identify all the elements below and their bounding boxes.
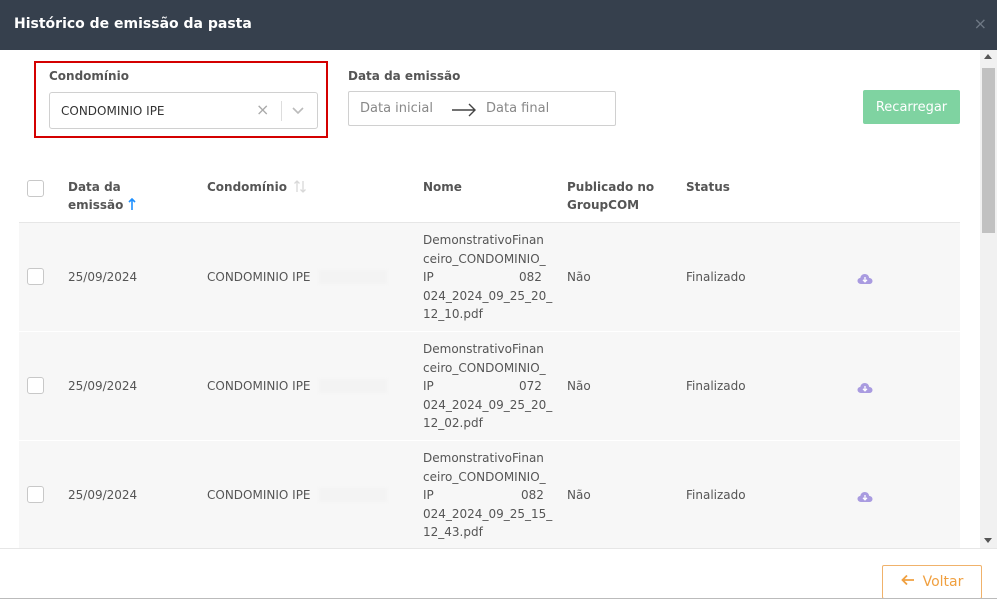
date-range-picker[interactable]: Data inicial Data final: [348, 91, 616, 126]
scroll-down-icon[interactable]: [984, 538, 992, 543]
reload-button[interactable]: Recarregar: [863, 90, 960, 124]
select-all-checkbox[interactable]: [27, 180, 44, 197]
header-date[interactable]: Data da emissão: [68, 178, 136, 216]
date-start-input[interactable]: Data inicial: [360, 101, 433, 116]
scroll-up-icon[interactable]: [984, 54, 992, 59]
row-date: 25/09/2024: [68, 379, 138, 393]
table-row: 25/09/2024 CONDOMINIO IPE DemonstrativoF…: [19, 223, 960, 332]
file-name-line: IP 082: [423, 486, 563, 505]
file-name-line: DemonstrativoFinan: [423, 233, 544, 247]
close-icon[interactable]: ×: [974, 14, 987, 33]
row-file-name: DemonstrativoFinan ceiro_CONDOMINIO_ IP …: [423, 340, 563, 433]
row-published: Não: [567, 270, 591, 284]
date-filter-label: Data da emissão: [348, 69, 461, 83]
header-name: Nome: [423, 180, 462, 194]
header-date-line1: Data da: [68, 180, 121, 194]
table-row: 25/09/2024 CONDOMINIO IPE DemonstrativoF…: [19, 332, 960, 441]
cloud-download-icon[interactable]: [857, 379, 873, 398]
file-name-suffix: 072: [519, 379, 542, 393]
file-name-line: IP 082: [423, 268, 563, 287]
modal-footer: Voltar: [0, 548, 997, 599]
header-date-line2: emissão: [68, 198, 124, 212]
table-header: Data da emissão Condomínio Nome Publicad…: [19, 167, 960, 223]
row-published: Não: [567, 379, 591, 393]
file-name-part: IP: [423, 379, 434, 393]
file-name-part: IP: [423, 488, 434, 502]
row-checkbox[interactable]: [27, 268, 44, 285]
redacted-area: [319, 488, 387, 502]
file-name-line: 024_2024_09_25_20_: [423, 288, 553, 303]
row-status: Finalizado: [686, 270, 746, 284]
header-published: Publicado no GroupCOM: [567, 178, 654, 214]
file-name-line: 024_2024_09_25_20_: [423, 397, 553, 412]
sort-icon[interactable]: [294, 180, 307, 198]
header-condo[interactable]: Condomínio: [207, 178, 307, 198]
row-condo: CONDOMINIO IPE: [207, 379, 311, 393]
redacted-area: [319, 379, 387, 393]
file-name-suffix: 082: [521, 488, 544, 502]
row-date: 25/09/2024: [68, 488, 138, 502]
condo-select[interactable]: CONDOMINIO IPE ×: [49, 92, 318, 129]
row-checkbox[interactable]: [27, 486, 44, 503]
file-name-line: ceiro_CONDOMINIO_: [423, 251, 546, 266]
back-button[interactable]: Voltar: [882, 565, 982, 599]
row-file-name: DemonstrativoFinan ceiro_CONDOMINIO_ IP …: [423, 231, 563, 324]
sort-asc-icon[interactable]: [128, 197, 136, 216]
file-name-line: 12_43.pdf: [423, 525, 483, 539]
scroll-thumb[interactable]: [982, 68, 995, 233]
file-name-line: 024_2024_09_25_15_: [423, 506, 553, 521]
row-condo: CONDOMINIO IPE: [207, 270, 311, 284]
file-name-line: ceiro_CONDOMINIO_: [423, 469, 546, 484]
arrow-left-icon: [900, 574, 915, 590]
select-separator: [281, 101, 282, 121]
cloud-download-icon[interactable]: [857, 270, 873, 289]
file-name-suffix: 082: [519, 270, 542, 284]
arrow-right-icon: [451, 102, 477, 121]
condo-select-value: CONDOMINIO IPE: [61, 104, 165, 118]
file-name-line: DemonstrativoFinan: [423, 342, 544, 356]
file-name-line: IP 072: [423, 377, 563, 396]
row-file-name: DemonstrativoFinan ceiro_CONDOMINIO_ IP …: [423, 449, 563, 542]
file-name-line: 12_10.pdf: [423, 307, 483, 321]
header-condo-label: Condomínio: [207, 180, 287, 194]
history-table: Data da emissão Condomínio Nome Publicad…: [19, 167, 960, 548]
clear-icon[interactable]: ×: [256, 100, 269, 119]
header-status: Status: [686, 180, 730, 194]
modal-header: Histórico de emissão da pasta ×: [0, 0, 997, 50]
file-name-part: IP: [423, 270, 434, 284]
header-published-line2: GroupCOM: [567, 198, 640, 212]
file-name-line: DemonstrativoFinan: [423, 451, 544, 465]
chevron-down-icon[interactable]: [291, 102, 305, 121]
row-status: Finalizado: [686, 379, 746, 393]
row-condo: CONDOMINIO IPE: [207, 488, 311, 502]
back-button-label: Voltar: [922, 574, 964, 590]
vertical-scrollbar[interactable]: [980, 50, 997, 548]
row-status: Finalizado: [686, 488, 746, 502]
date-end-input[interactable]: Data final: [486, 101, 549, 116]
row-checkbox[interactable]: [27, 377, 44, 394]
file-name-line: ceiro_CONDOMINIO_: [423, 360, 546, 375]
cloud-download-icon[interactable]: [857, 488, 873, 507]
table-row: 25/09/2024 CONDOMINIO IPE DemonstrativoF…: [19, 441, 960, 548]
modal-body: Condomínio CONDOMINIO IPE × Data da emis…: [0, 50, 997, 548]
file-name-line: 12_02.pdf: [423, 416, 483, 430]
header-published-line1: Publicado no: [567, 180, 655, 194]
redacted-area: [319, 270, 387, 284]
modal-title: Histórico de emissão da pasta: [14, 16, 252, 32]
row-published: Não: [567, 488, 591, 502]
condo-filter-label: Condomínio: [49, 69, 129, 83]
row-date: 25/09/2024: [68, 270, 138, 284]
